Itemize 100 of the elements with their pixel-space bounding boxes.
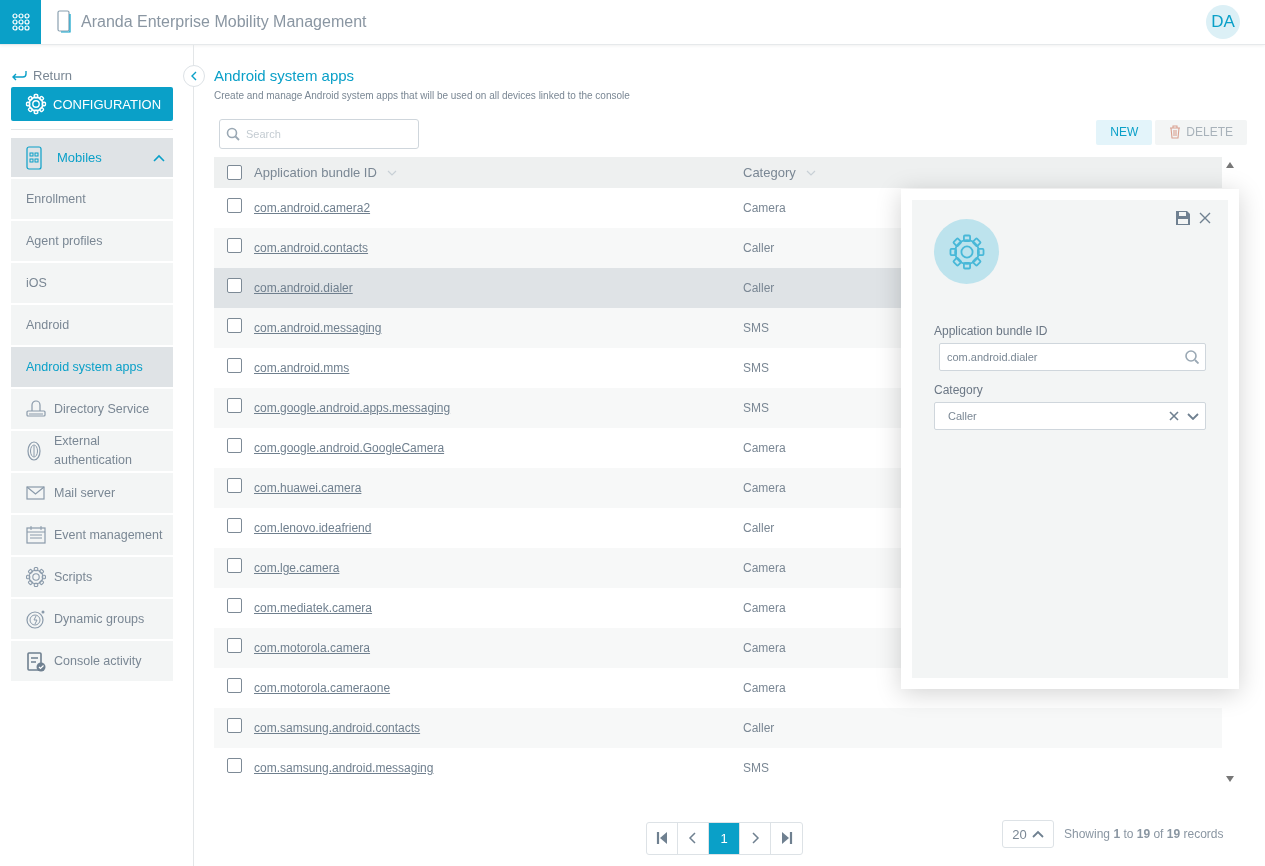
category-text: Camera (743, 601, 786, 615)
column-header[interactable]: Application bundle ID (254, 165, 377, 180)
new-button[interactable]: NEW (1096, 119, 1153, 145)
category-text: SMS (743, 401, 769, 415)
sidebar-item[interactable]: Directory Service (11, 389, 173, 429)
sidebar-item[interactable]: Mail server (11, 473, 173, 513)
sidebar-item[interactable]: Enrollment (11, 179, 173, 219)
row-checkbox[interactable] (226, 317, 242, 333)
table-row[interactable]: com.google.android.GoogleCamera Camera (214, 428, 1222, 468)
field-label: Application bundle ID (934, 324, 1049, 338)
table-row[interactable]: com.motorola.cameraone Camera (214, 668, 1222, 708)
category-text: Camera (743, 441, 786, 455)
last-page-icon (780, 831, 793, 845)
page-subtitle: Create and manage Android system apps that will be used on all devices linked to the console (214, 90, 631, 101)
sidebar-item[interactable]: Scripts (11, 557, 173, 597)
bundle-id-link[interactable]: com.android.mms (254, 361, 350, 375)
bundle-id-link[interactable]: com.android.messaging (254, 321, 382, 335)
page-button[interactable]: 1 (709, 822, 740, 854)
clear-icon (1169, 411, 1179, 421)
bundle-id-link[interactable]: com.google.android.GoogleCamera (254, 441, 445, 455)
row-checkbox[interactable] (226, 397, 242, 413)
sort-chevron-icon (805, 169, 816, 176)
row-checkbox[interactable] (226, 277, 242, 293)
sidebar-item[interactable]: Android (11, 305, 173, 345)
bundle-id-link[interactable]: com.android.dialer (254, 281, 353, 295)
bundle-id-link[interactable]: com.mediatek.camera (254, 601, 373, 615)
bundle-id-link[interactable]: com.android.camera2 (254, 201, 371, 215)
category-text: Camera (743, 561, 786, 575)
sidebar-item[interactable]: External authentication (11, 431, 173, 471)
table-row[interactable]: com.lenovo.ideafriend Caller (214, 508, 1222, 548)
user-avatar[interactable]: DA (1206, 5, 1240, 39)
category-select[interactable]: Caller (934, 402, 1206, 430)
category-text: Caller (743, 281, 775, 295)
category-text: SMS (743, 361, 769, 375)
category-text: SMS (743, 321, 769, 335)
sidebar-group[interactable]: Mobiles (11, 138, 173, 177)
calendar-icon (25, 524, 47, 546)
bundle-id-link[interactable]: com.motorola.camera (254, 641, 371, 655)
trash-icon (1169, 125, 1182, 139)
gear-icon (25, 93, 47, 115)
category-text: Caller (743, 241, 775, 255)
row-checkbox[interactable] (226, 717, 242, 733)
search-icon (226, 127, 240, 141)
configuration-button[interactable]: CONFIGURATION (11, 87, 173, 121)
column-header[interactable]: Category (743, 165, 796, 180)
next-page-icon (749, 831, 761, 845)
close-button[interactable] (1199, 212, 1211, 224)
chevron-down-icon (1187, 412, 1199, 420)
bundle-id-link[interactable]: com.lge.camera (254, 561, 340, 575)
save-button[interactable] (1175, 210, 1191, 226)
gear-icon (25, 566, 47, 588)
sidebar-item[interactable]: Dynamic groups (11, 599, 173, 639)
phone-grid-icon (25, 145, 43, 170)
category-text: Camera (743, 201, 786, 215)
row-checkbox[interactable] (226, 637, 242, 653)
table-row[interactable]: com.samsung.android.contacts Caller (214, 708, 1222, 748)
sidebar-item[interactable]: Agent profiles (11, 221, 173, 261)
row-checkbox[interactable] (226, 237, 242, 253)
return-link[interactable]: Return (11, 66, 173, 84)
bundle-id-link[interactable]: com.lenovo.ideafriend (254, 521, 372, 535)
bundle-id-link[interactable]: com.google.android.apps.messaging (254, 401, 451, 415)
first-page-icon (656, 831, 668, 845)
sidebar-item[interactable]: Console activity (11, 641, 173, 681)
search-field[interactable]: Search (219, 119, 419, 149)
sidebar-item[interactable]: iOS (11, 263, 173, 303)
clipboard-check-icon (25, 650, 47, 672)
sort-chevron-icon (386, 169, 397, 176)
table-row[interactable]: com.mediatek.camera Camera (214, 588, 1222, 628)
bundle-id-link[interactable]: com.android.contacts (254, 241, 369, 255)
bundle-id-link[interactable]: com.samsung.android.messaging (254, 761, 434, 775)
records-summary: Showing 1 to 19 of 19 records (1064, 827, 1224, 841)
previous-page-icon (687, 831, 699, 845)
row-checkbox[interactable] (226, 557, 242, 573)
search-icon (1185, 350, 1199, 364)
category-text: Caller (743, 721, 775, 735)
app-title: Aranda Enterprise Mobility Management (81, 13, 368, 31)
scroll-down-icon (1225, 775, 1235, 783)
dial-icon (25, 608, 47, 630)
row-checkbox[interactable] (226, 517, 242, 533)
table-row[interactable]: com.android.camera2 Camera (214, 188, 1222, 228)
table-row[interactable]: com.samsung.android.messaging SMS (214, 748, 1222, 788)
row-checkbox[interactable] (226, 197, 242, 213)
row-checkbox[interactable] (226, 357, 242, 373)
app-launcher-button[interactable] (0, 0, 41, 44)
close-icon (1199, 212, 1211, 224)
sidebar-item[interactable]: Event management (11, 515, 173, 555)
row-checkbox[interactable] (226, 437, 242, 453)
return-arrow-icon (11, 69, 27, 81)
row-checkbox[interactable] (226, 677, 242, 693)
sidebar-item[interactable]: Android system apps (11, 347, 173, 387)
row-checkbox[interactable] (226, 597, 242, 613)
bundle-id-link[interactable]: com.motorola.cameraone (254, 681, 391, 695)
row-checkbox[interactable] (226, 477, 242, 493)
bundle-id-field[interactable]: com.android.dialer (939, 343, 1206, 371)
row-checkbox[interactable] (226, 757, 242, 773)
page-size-select[interactable]: 20 (1002, 820, 1054, 848)
bundle-id-link[interactable]: com.huawei.camera (254, 481, 362, 495)
select-all-checkbox[interactable] (226, 165, 242, 180)
bundle-id-link[interactable]: com.samsung.android.contacts (254, 721, 421, 735)
gear-icon (948, 233, 985, 270)
